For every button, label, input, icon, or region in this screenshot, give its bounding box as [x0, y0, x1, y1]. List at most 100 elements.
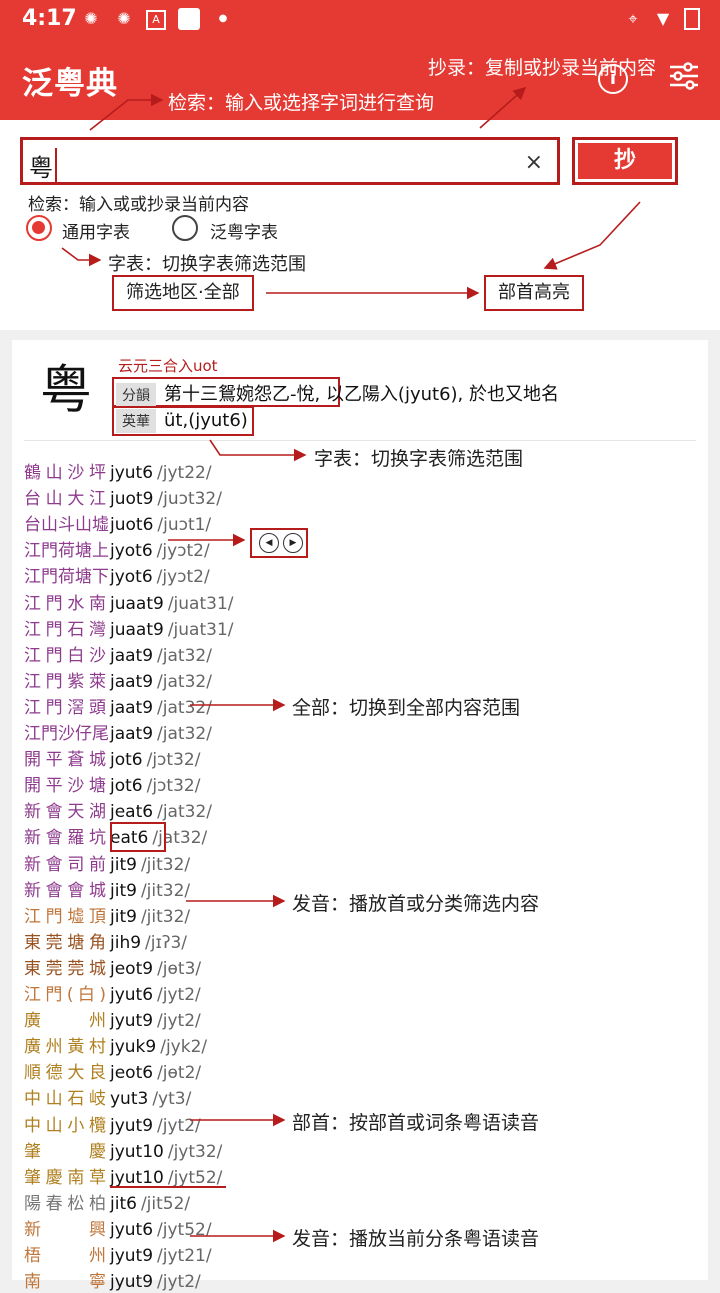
status-bar: 4:17 ✺ ✺ A ● ⌖ ▼ [0, 0, 720, 36]
reading-row[interactable]: 新會會城 jit9/jit32/ [24, 876, 190, 902]
reading-code: jyut10 [110, 1141, 164, 1162]
reading-place: 江門滘頭 [24, 697, 106, 718]
reading-ipa: /jyt2/ [157, 1115, 201, 1136]
reading-ipa: /jyk2/ [160, 1037, 208, 1058]
reading-row[interactable]: 台山大江 juot9/juɔt32/ [24, 484, 222, 510]
location-icon: ⌖ [628, 9, 638, 28]
reading-code: jit9 [110, 906, 137, 927]
reading-row[interactable]: 江門紫萊 jaat9/jat32/ [24, 667, 212, 693]
reading-row[interactable]: 鶴山沙坪 jyut6/jyt22/ [24, 458, 212, 484]
callout-play: 发音：播放当前分条粤语读音 [292, 1228, 540, 1250]
reading-row[interactable]: 江門石灣 juaat9/juat31/ [24, 615, 234, 641]
reading-ipa: /jɵt3/ [157, 958, 202, 979]
reading-place: 肇慶南草 [24, 1167, 106, 1188]
reading-code: jaat9 [110, 724, 154, 744]
reading-place: 江門荷塘上 [24, 541, 109, 562]
radio-general-dict[interactable] [26, 215, 52, 241]
reading-row[interactable]: 新會天湖 jeat6/jat32/ [24, 797, 212, 823]
reading-row[interactable]: 江門荷塘上jyot6/jyɔt2/ [24, 536, 210, 562]
reading-place: 江門墟頂 [24, 906, 106, 927]
reading-row[interactable]: 江門墟頂 jit9/jit32/ [24, 902, 190, 928]
reading-code: jaat9 [110, 645, 154, 666]
reading-code: jot6 [110, 776, 143, 797]
reading-ipa: /jyt2/ [157, 985, 201, 1005]
reading-ipa: /jat32/ [157, 724, 212, 744]
callout-all: 全部：切换到全部内容范围 [292, 697, 521, 719]
reading-row[interactable]: 廣州黃村 jyuk9/jyk2/ [24, 1032, 207, 1058]
reading-row[interactable]: 中山石岐 yut3/yt3/ [24, 1084, 191, 1110]
reading-row[interactable]: 順德大良 jeot6/jɵt2/ [24, 1058, 201, 1084]
reading-row[interactable]: 陽春松柏 jit6/jit52/ [24, 1189, 190, 1215]
reading-place: 廣 州 [24, 1011, 106, 1032]
app-notification-icon: ✺ [84, 9, 98, 28]
reading-code: jeat6 [110, 802, 154, 823]
reading-code: jyut9 [110, 1272, 154, 1293]
callout-dict: 字表：切换字表筛选范围 [108, 254, 306, 275]
reading-row[interactable]: 江門滘頭 jaat9/jat32/ [24, 693, 212, 719]
radical-highlight-button[interactable]: 部首高亮 [484, 275, 584, 311]
app-notification-icon: ✺ [117, 9, 131, 28]
reading-row[interactable]: 肇慶南草 jyut10/jyt52/ [24, 1163, 222, 1189]
reading-row[interactable]: 江門水南 juaat9/juat31/ [24, 589, 234, 615]
search-input[interactable]: 粤 × [20, 137, 560, 185]
copy-button[interactable]: 抄 [572, 137, 678, 185]
adobe-icon: A [146, 10, 166, 30]
reading-code: jyot6 [110, 541, 153, 562]
reading-row[interactable]: 江門沙仔尾jaat9/jat32/ [24, 719, 212, 745]
audio-play-button[interactable]: ◀ ▶ [250, 528, 308, 558]
reading-place: 新會羅坑 [24, 828, 106, 849]
entry-def-row: 英華 üt,(jyut6) [116, 409, 248, 433]
reading-row[interactable]: 南 寧 jyut9/jyt2/ [24, 1267, 201, 1293]
reading-code: jyut9 [110, 1246, 154, 1266]
reading-row[interactable]: 台山斗山墟juot6/juɔt1/ [24, 510, 211, 536]
reading-row[interactable]: 江門荷塘下jyot6/jyɔt2/ [24, 562, 210, 588]
reading-code: jyut10 [110, 1167, 164, 1188]
callout-copy: 抄录：复制或抄录当前内容 [428, 57, 657, 79]
reading-row[interactable]: 中山小欖 jyut9/jyt2/ [24, 1111, 201, 1137]
status-time: 4:17 [22, 6, 77, 31]
reading-row[interactable]: 廣 州 jyut9/jyt2/ [24, 1006, 201, 1032]
reading-place: 江門沙仔尾 [24, 724, 109, 744]
reading-row[interactable]: 新會司前 jit9/jit32/ [24, 850, 190, 876]
play-icon: ▶ [283, 533, 303, 553]
reading-place: 東莞莞城 [24, 958, 106, 979]
reading-code: juot6 [110, 515, 154, 536]
callout-search: 检索：输入或选择字词进行查询 [168, 92, 435, 114]
callout-pron: 发音：播放首或分类筛选内容 [292, 893, 540, 915]
entry-def-row: 分韻 第十三鴛婉怨乙-悅, 以乙陽入(jyut6), 於也又地名 [116, 380, 559, 407]
reading-ipa: /jit32/ [140, 880, 191, 901]
reading-place: 開平蒼城 [24, 750, 106, 771]
reading-row[interactable]: 東莞塘角 jih9/jɪʔ3/ [24, 928, 187, 954]
reading-code: jit9 [110, 880, 137, 901]
reading-place: 江門石灣 [24, 619, 106, 640]
app-square-icon [178, 8, 200, 30]
reading-row[interactable]: 江門白沙 jaat9/jat32/ [24, 641, 212, 667]
reading-row[interactable]: 東莞莞城 jeot9/jɵt3/ [24, 954, 201, 980]
reading-code: jeot6 [110, 1063, 154, 1084]
clear-icon[interactable]: × [525, 150, 543, 175]
reading-ipa: /juat31/ [167, 593, 234, 614]
reading-row[interactable]: 開平沙塘 jot6/jɔt32/ [24, 771, 200, 797]
reading-row[interactable]: 開平蒼城 jot6/jɔt32/ [24, 745, 200, 771]
reading-row[interactable]: 江門(白) jyut6/jyt2/ [24, 980, 201, 1006]
filter-icon[interactable] [666, 58, 702, 94]
reading-ipa: /jyt52/ [157, 1219, 212, 1240]
reading-code: jyut6 [110, 1219, 154, 1240]
reading-ipa: /juɔt1/ [157, 515, 212, 536]
search-query: 粤 [29, 148, 57, 183]
reading-code: yut3 [110, 1089, 149, 1110]
reading-row[interactable]: 梧 州 jyut9/jyt21/ [24, 1241, 212, 1267]
reading-ipa: /jat32/ [157, 697, 212, 718]
reading-code: juaat9 [110, 593, 164, 614]
radio-cantonese-dict[interactable] [172, 215, 198, 241]
highlight-box [110, 822, 166, 852]
reading-code: jot6 [110, 750, 143, 771]
reading-place: 陽春松柏 [24, 1193, 106, 1214]
reading-ipa: /jat32/ [157, 645, 212, 666]
reading-row[interactable]: 新 興 jyut6/jyt52/ [24, 1215, 212, 1241]
reading-ipa: /jyt2/ [157, 1272, 201, 1293]
reading-ipa: /jit32/ [140, 906, 191, 927]
reading-row[interactable]: 肇 慶 jyut10/jyt32/ [24, 1137, 222, 1163]
region-filter-button[interactable]: 筛选地区·全部 [112, 275, 254, 311]
entry-character: 粤 [40, 361, 93, 421]
